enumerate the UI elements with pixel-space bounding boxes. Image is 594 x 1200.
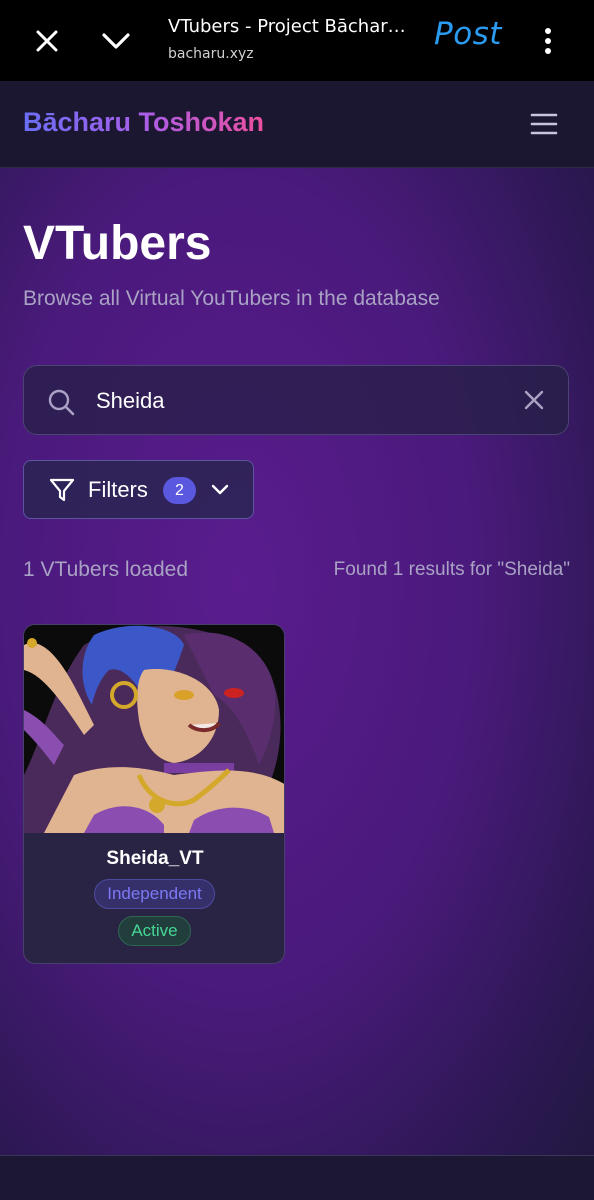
search-icon	[48, 389, 75, 416]
page-subtitle: Browse all Virtual YouTubers in the data…	[23, 287, 440, 310]
kebab-menu-icon	[545, 28, 551, 54]
chevron-down-icon	[211, 484, 229, 495]
more-options-button[interactable]	[536, 24, 560, 58]
search-input[interactable]	[94, 380, 498, 422]
status-badge: Active	[118, 916, 191, 946]
close-tab-button[interactable]	[30, 24, 64, 58]
post-button[interactable]: Post	[434, 16, 502, 52]
clear-search-button[interactable]	[522, 388, 546, 412]
affiliation-badge: Independent	[94, 879, 215, 909]
page-title: VTubers	[23, 217, 212, 270]
chevron-down-icon	[102, 33, 130, 49]
brand-logo[interactable]: Bācharu Toshokan	[23, 107, 264, 138]
loaded-count: 1 VTubers loaded	[23, 558, 188, 581]
collapse-button[interactable]	[98, 24, 134, 58]
close-icon	[524, 390, 544, 410]
vtuber-card[interactable]: Sheida_VT Independent Active	[23, 624, 285, 964]
site-header: Bācharu Toshokan	[0, 81, 594, 168]
filters-button[interactable]: Filters 2	[23, 460, 254, 519]
filters-count-badge: 2	[163, 477, 196, 504]
hamburger-menu-icon	[530, 113, 558, 135]
browser-toolbar: VTubers - Project Bācharu … bacharu.xyz …	[0, 0, 594, 81]
search-box	[23, 365, 569, 435]
footer	[0, 1155, 594, 1200]
results-summary: Found 1 results for "Sheida"	[333, 559, 570, 580]
menu-button[interactable]	[528, 110, 560, 138]
filter-funnel-icon	[49, 478, 75, 502]
vtuber-avatar-image	[24, 625, 284, 833]
tab-url[interactable]: bacharu.xyz	[168, 46, 254, 62]
filters-label: Filters	[88, 477, 148, 502]
vtuber-name: Sheida_VT	[106, 848, 204, 869]
tab-title: VTubers - Project Bācharu …	[168, 16, 413, 37]
close-icon	[36, 30, 58, 52]
